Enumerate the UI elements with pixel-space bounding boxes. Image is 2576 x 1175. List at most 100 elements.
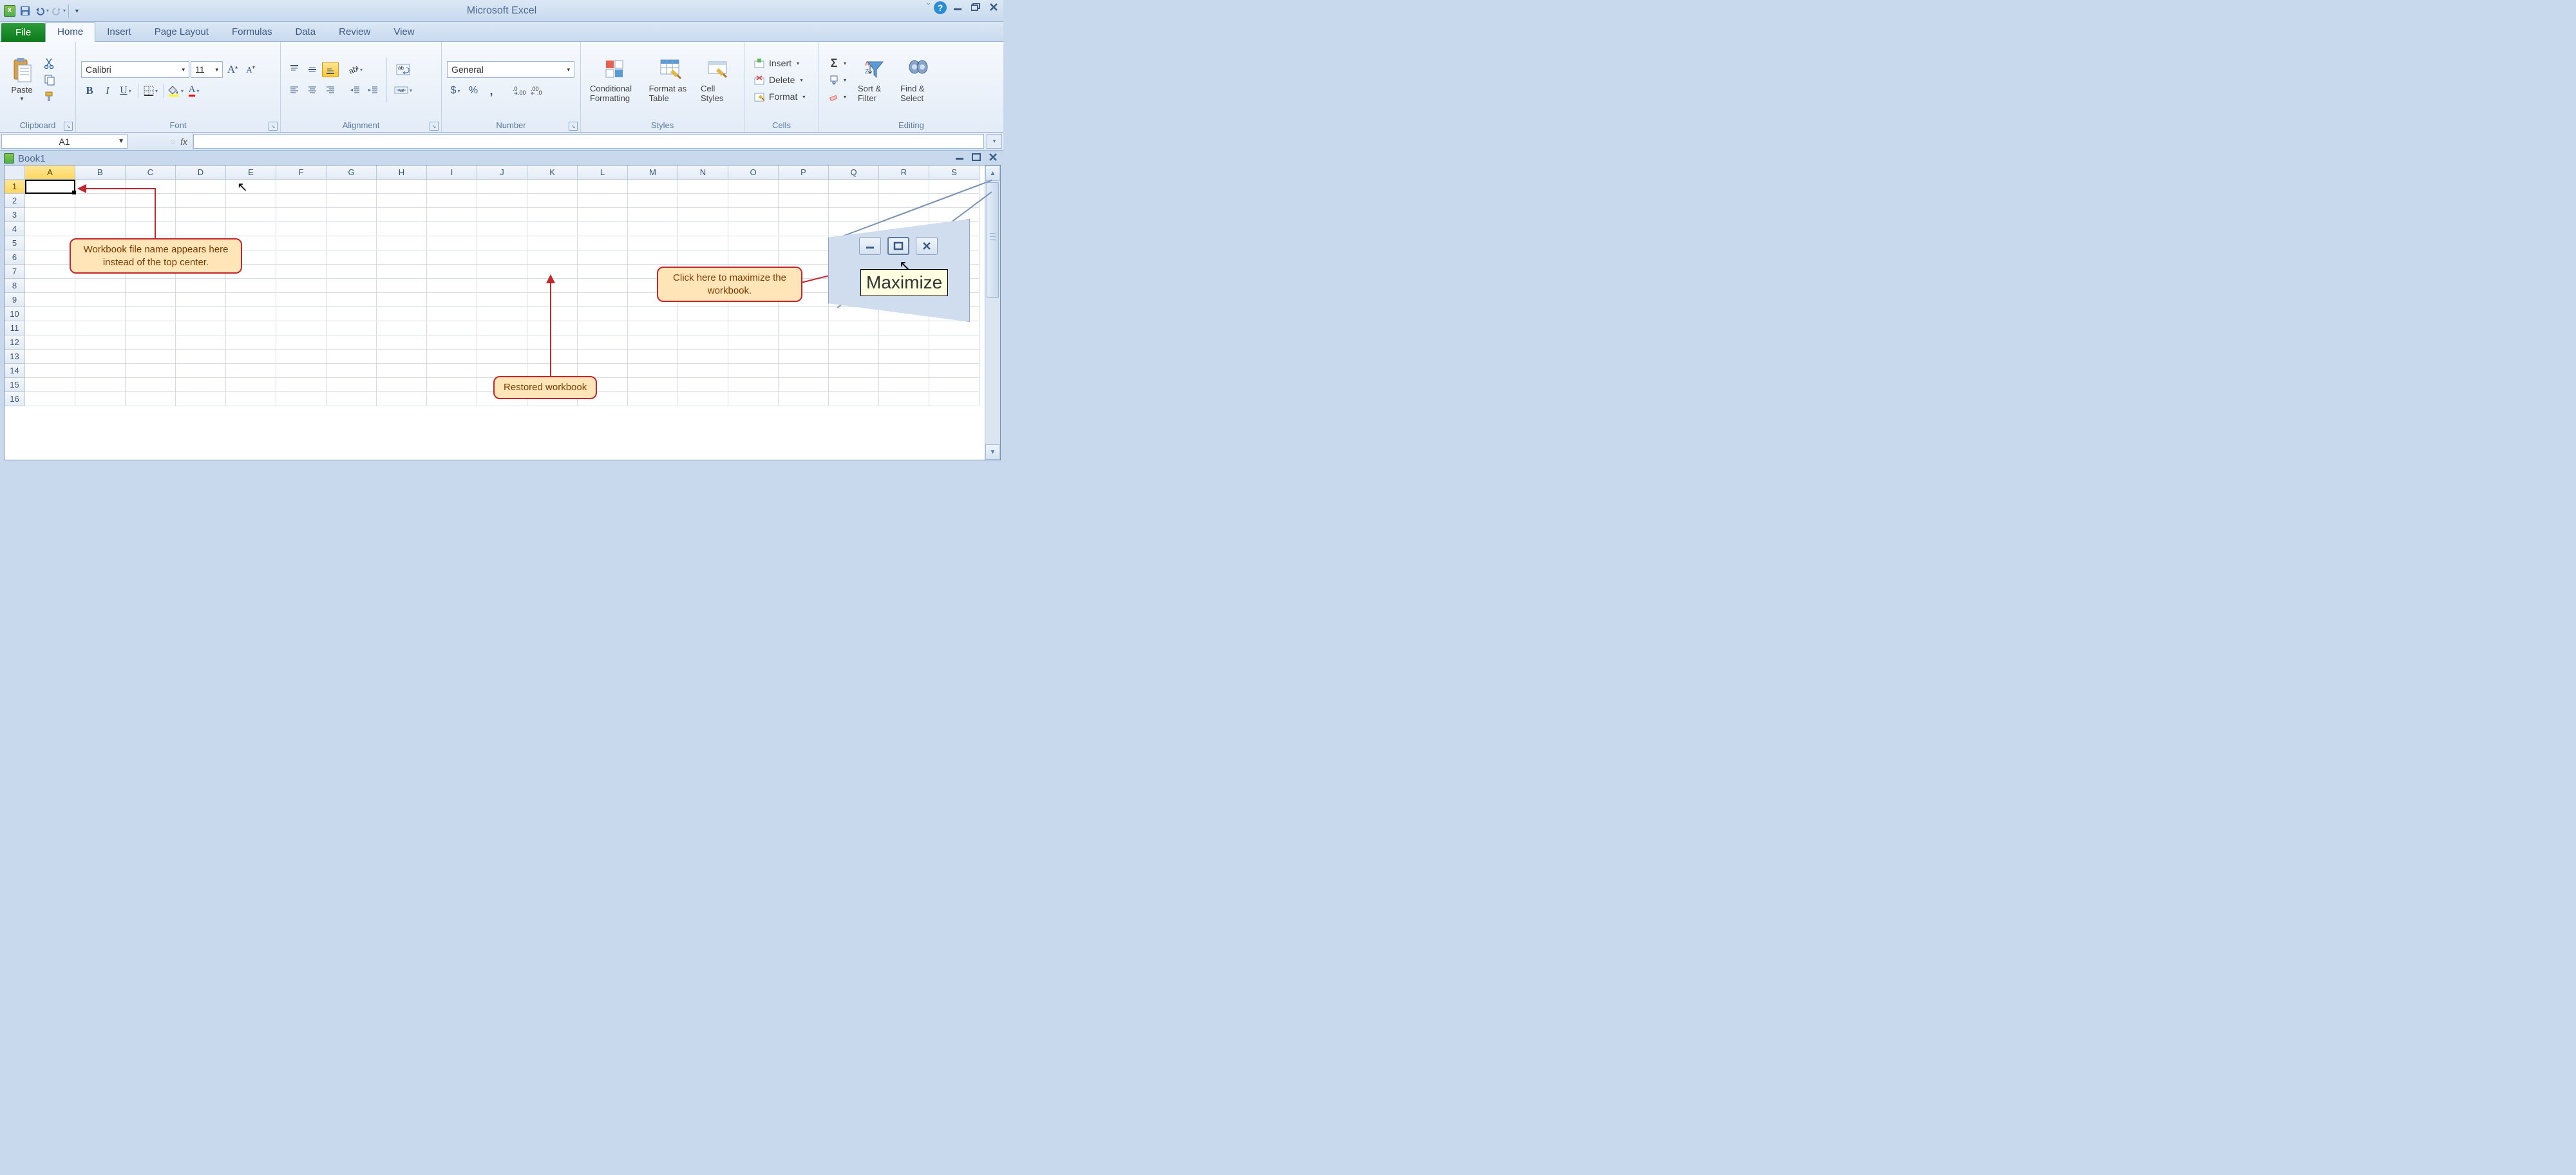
cell[interactable]	[929, 194, 980, 208]
grow-font-button[interactable]: A▴	[224, 62, 241, 77]
borders-button[interactable]	[142, 83, 159, 99]
cell[interactable]	[276, 222, 327, 236]
align-right-button[interactable]	[322, 82, 339, 98]
formula-input[interactable]	[193, 134, 984, 149]
cell[interactable]	[779, 180, 829, 194]
cell[interactable]	[527, 194, 578, 208]
cell[interactable]	[377, 321, 427, 335]
cell[interactable]	[628, 392, 678, 406]
cell[interactable]	[327, 350, 377, 364]
cell[interactable]	[276, 194, 327, 208]
cell[interactable]	[226, 307, 276, 321]
restore-button[interactable]	[969, 1, 983, 13]
cell[interactable]	[25, 208, 75, 222]
cell[interactable]	[678, 236, 728, 250]
cell[interactable]	[879, 392, 929, 406]
close-button[interactable]	[987, 1, 1001, 13]
format-cells-button[interactable]: Format▾	[750, 89, 809, 104]
cell[interactable]	[75, 307, 126, 321]
cell[interactable]	[25, 194, 75, 208]
orientation-button[interactable]: ab	[346, 62, 363, 77]
cell[interactable]	[578, 265, 628, 279]
cell[interactable]	[226, 335, 276, 350]
cell[interactable]	[176, 180, 226, 194]
cell[interactable]	[25, 335, 75, 350]
cell[interactable]	[176, 321, 226, 335]
cell[interactable]	[276, 250, 327, 265]
cell[interactable]	[327, 335, 377, 350]
cell[interactable]	[427, 378, 477, 392]
cell[interactable]	[728, 307, 779, 321]
ribbon-minimize-icon[interactable]: ˇ	[927, 1, 930, 14]
align-center-button[interactable]	[304, 82, 321, 98]
cell[interactable]	[75, 293, 126, 307]
cell[interactable]	[829, 350, 879, 364]
cell[interactable]	[327, 378, 377, 392]
cell[interactable]	[578, 350, 628, 364]
fx-button[interactable]: fx	[180, 136, 187, 147]
cell[interactable]	[779, 335, 829, 350]
cell[interactable]	[327, 279, 377, 293]
cell[interactable]	[728, 335, 779, 350]
cell[interactable]	[678, 250, 728, 265]
cell[interactable]	[728, 364, 779, 378]
cell[interactable]	[126, 350, 176, 364]
column-header[interactable]: J	[477, 165, 527, 180]
cell[interactable]	[176, 364, 226, 378]
cell[interactable]	[578, 208, 628, 222]
cell[interactable]	[427, 335, 477, 350]
cell[interactable]	[477, 208, 527, 222]
cell[interactable]	[779, 194, 829, 208]
cell[interactable]	[75, 350, 126, 364]
cell[interactable]	[527, 321, 578, 335]
cell[interactable]	[427, 307, 477, 321]
cell[interactable]	[377, 208, 427, 222]
cell[interactable]	[678, 307, 728, 321]
cell[interactable]	[578, 307, 628, 321]
cell[interactable]	[377, 378, 427, 392]
row-header[interactable]: 7	[5, 265, 25, 279]
scroll-thumb[interactable]	[987, 182, 999, 298]
cell[interactable]	[25, 307, 75, 321]
cell[interactable]	[829, 378, 879, 392]
cell[interactable]	[879, 350, 929, 364]
row-header[interactable]: 4	[5, 222, 25, 236]
cell[interactable]	[578, 236, 628, 250]
cell[interactable]	[75, 222, 126, 236]
cell[interactable]	[678, 350, 728, 364]
paste-button[interactable]: Paste ▼	[5, 57, 39, 103]
cell[interactable]	[427, 279, 477, 293]
cell[interactable]	[628, 194, 678, 208]
cell[interactable]	[126, 392, 176, 406]
cell[interactable]	[327, 265, 377, 279]
cell[interactable]	[477, 279, 527, 293]
cell[interactable]	[377, 194, 427, 208]
cell[interactable]	[377, 293, 427, 307]
column-header[interactable]: N	[678, 165, 728, 180]
cell[interactable]	[728, 350, 779, 364]
cell[interactable]	[126, 293, 176, 307]
cell[interactable]	[377, 335, 427, 350]
cell[interactable]	[327, 222, 377, 236]
align-middle-button[interactable]	[304, 62, 321, 77]
clear-button[interactable]: ▾	[824, 89, 850, 104]
cell[interactable]	[728, 378, 779, 392]
shrink-font-button[interactable]: A▾	[242, 62, 259, 77]
cell[interactable]	[377, 236, 427, 250]
decrease-decimal-button[interactable]: .00.0	[529, 83, 546, 99]
cell[interactable]	[527, 293, 578, 307]
cell[interactable]	[126, 222, 176, 236]
column-header[interactable]: D	[176, 165, 226, 180]
cell[interactable]	[75, 321, 126, 335]
cell[interactable]	[276, 364, 327, 378]
cell[interactable]	[377, 222, 427, 236]
cell[interactable]	[25, 378, 75, 392]
cell[interactable]	[176, 307, 226, 321]
cell[interactable]	[126, 279, 176, 293]
cell[interactable]	[728, 194, 779, 208]
cell[interactable]	[75, 194, 126, 208]
sort-filter-button[interactable]: AZ Sort & Filter	[854, 55, 896, 104]
cell[interactable]	[226, 222, 276, 236]
cell[interactable]	[427, 265, 477, 279]
cell[interactable]	[578, 180, 628, 194]
